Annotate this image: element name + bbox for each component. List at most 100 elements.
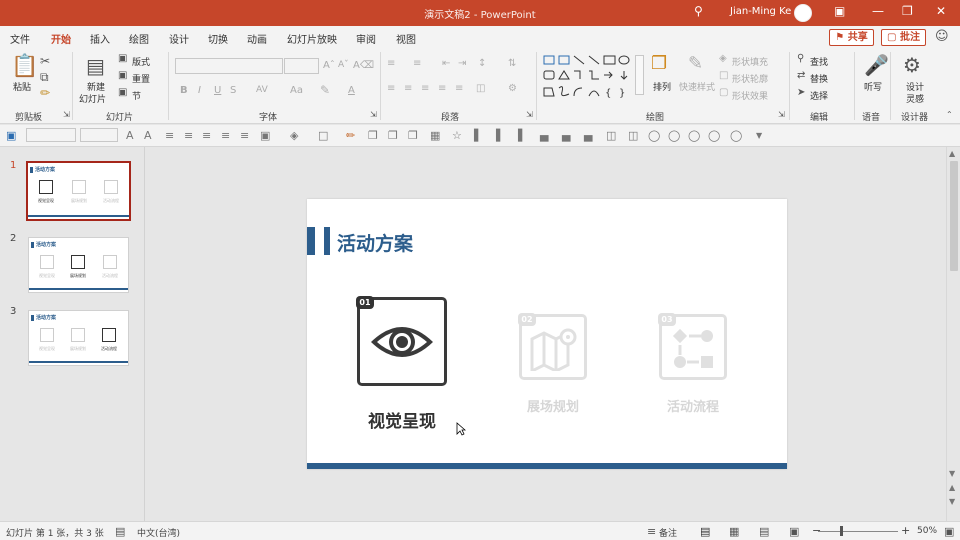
- strikethrough-button[interactable]: S: [230, 85, 236, 96]
- arrange-button[interactable]: 排列: [653, 80, 671, 93]
- distributed-icon[interactable]: ≡: [455, 83, 463, 94]
- merge-shapes-icon[interactable]: ◯: [648, 129, 660, 142]
- shape-effects-icon[interactable]: ▢: [719, 87, 728, 98]
- slide-sorter-icon[interactable]: ▦: [729, 525, 739, 538]
- align-center-icon[interactable]: ≡: [404, 83, 412, 94]
- shapes-icon[interactable]: ▣: [260, 129, 270, 142]
- cut-icon[interactable]: ✂: [40, 54, 50, 68]
- fill-icon[interactable]: ◈: [290, 129, 298, 142]
- increase-indent-icon[interactable]: ⇥: [458, 58, 466, 69]
- shapes-gallery[interactable]: { }: [542, 54, 636, 100]
- grow-font-icon[interactable]: Aˆ: [323, 60, 335, 71]
- align-right-icon[interactable]: ≡: [240, 129, 249, 142]
- change-case-button[interactable]: Aa: [290, 85, 303, 96]
- share-button[interactable]: ⚑ 共享: [829, 29, 874, 46]
- bullets-icon[interactable]: ≡: [387, 58, 395, 69]
- section-icon[interactable]: ▣: [118, 87, 127, 98]
- merge-fragment-icon[interactable]: ◯: [708, 129, 720, 142]
- text-direction-icon[interactable]: ⇅: [508, 58, 516, 69]
- dialog-launcher-icon[interactable]: ⇲: [526, 110, 533, 119]
- slide-title[interactable]: 活动方案: [337, 229, 413, 256]
- normal-view-icon[interactable]: ▤: [700, 525, 710, 538]
- design-ideas-label-2[interactable]: 灵感: [906, 92, 924, 105]
- select-icon[interactable]: ➤: [797, 87, 805, 98]
- slide-thumbnail-2[interactable]: 活动方案 视觉呈现 展场规划 活动流程: [28, 237, 129, 293]
- decrease-indent-icon[interactable]: ⇤: [442, 58, 450, 69]
- align-right-icon[interactable]: ≡: [421, 83, 429, 94]
- reading-view-icon[interactable]: ▤: [759, 525, 769, 538]
- ungroup-icon[interactable]: ❐: [388, 129, 398, 142]
- tab-slideshow[interactable]: 幻灯片放映: [287, 31, 337, 46]
- align-center-icon[interactable]: ≡: [221, 129, 230, 142]
- arrange-icon[interactable]: ❐: [651, 53, 667, 74]
- copy-icon[interactable]: ⧉: [40, 70, 49, 85]
- qa-size-combo[interactable]: [80, 128, 118, 142]
- align-left-icon[interactable]: ≡: [387, 83, 395, 94]
- tab-file[interactable]: 文件: [10, 31, 30, 46]
- tab-draw[interactable]: 绘图: [129, 31, 149, 46]
- fit-to-window-icon[interactable]: ▣: [944, 525, 954, 538]
- find-button[interactable]: 查找: [810, 55, 828, 68]
- shape-fill-icon[interactable]: ◈: [719, 53, 727, 64]
- slide-thumbnail-1[interactable]: 活动方案 视觉呈现 展场规划 活动流程: [26, 161, 131, 221]
- tab-transitions[interactable]: 切换: [208, 31, 228, 46]
- feedback-icon[interactable]: ☺: [935, 29, 949, 44]
- font-color-button[interactable]: A: [348, 85, 355, 96]
- char-spacing-button[interactable]: AV: [256, 85, 268, 95]
- shape-fill-button[interactable]: 形状填充: [732, 55, 768, 68]
- card-venue[interactable]: 02: [518, 313, 587, 380]
- paste-icon[interactable]: 📋: [11, 54, 38, 79]
- textbox-icon[interactable]: ▣: [6, 129, 16, 142]
- collapse-ribbon-icon[interactable]: ⌃: [946, 110, 953, 119]
- grow-font-icon[interactable]: A: [126, 129, 134, 142]
- card-label-visual[interactable]: 视觉呈现: [347, 407, 457, 432]
- replace-button[interactable]: 替换: [810, 72, 828, 85]
- zoom-slider[interactable]: [818, 531, 898, 532]
- restore-icon[interactable]: ❐: [902, 4, 913, 18]
- user-name[interactable]: Jian-Ming Ke: [730, 6, 791, 17]
- tab-animations[interactable]: 动画: [247, 31, 267, 46]
- minimize-icon[interactable]: —: [872, 4, 884, 18]
- paste-button[interactable]: 粘贴: [13, 80, 31, 93]
- distribute-vertical-icon[interactable]: ◫: [628, 129, 638, 142]
- bold-button[interactable]: B: [180, 85, 188, 96]
- zoom-level[interactable]: 50%: [917, 526, 937, 536]
- merge-union-icon[interactable]: ◯: [668, 129, 680, 142]
- dialog-launcher-icon[interactable]: ⇲: [370, 110, 377, 119]
- shape-outline-button[interactable]: 形状轮廓: [732, 72, 768, 85]
- section-button[interactable]: 节: [132, 89, 141, 102]
- notes-icon[interactable]: ≡: [647, 525, 656, 538]
- quick-styles-button[interactable]: 快速样式: [679, 80, 715, 93]
- columns-icon[interactable]: ◫: [476, 83, 485, 94]
- shape-effects-button[interactable]: 形状效果: [732, 89, 768, 102]
- ribbon-display-icon[interactable]: ▣: [834, 4, 845, 18]
- tab-insert[interactable]: 插入: [90, 31, 110, 46]
- previous-slide-icon[interactable]: ▲: [949, 483, 955, 492]
- new-slide-icon[interactable]: ▤: [86, 54, 105, 78]
- tab-home[interactable]: 开始: [50, 31, 72, 51]
- close-icon[interactable]: ✕: [936, 4, 946, 18]
- group-icon[interactable]: ❐: [368, 129, 378, 142]
- table-icon[interactable]: ▦: [430, 129, 440, 142]
- zoom-in-icon[interactable]: +: [901, 524, 910, 537]
- zoom-slider-handle[interactable]: [840, 526, 843, 536]
- shapes-scroll[interactable]: [635, 55, 644, 95]
- tab-design[interactable]: 设计: [169, 31, 189, 46]
- find-icon[interactable]: ⚲: [797, 53, 804, 64]
- language-indicator[interactable]: 中文(台湾): [137, 526, 180, 539]
- avatar[interactable]: [794, 4, 812, 22]
- tab-review[interactable]: 审阅: [356, 31, 376, 46]
- dictate-button[interactable]: 听写: [864, 80, 882, 93]
- comment-button[interactable]: ▢ 批注: [881, 29, 926, 46]
- clear-format-icon[interactable]: A⌫: [353, 60, 374, 71]
- justify-icon[interactable]: ≡: [438, 83, 446, 94]
- line-spacing-icon[interactable]: ↕: [478, 58, 486, 69]
- align-objects-left-icon[interactable]: ▌: [474, 129, 482, 142]
- align-objects-middle-icon[interactable]: ▄: [562, 129, 570, 142]
- align-objects-top-icon[interactable]: ▄: [540, 129, 548, 142]
- underline-button[interactable]: U: [214, 85, 221, 96]
- dialog-launcher-icon[interactable]: ⇲: [63, 110, 70, 119]
- align-objects-bottom-icon[interactable]: ▄: [584, 129, 592, 142]
- card-visual[interactable]: 01: [356, 296, 447, 386]
- bullets-icon[interactable]: ≡: [184, 129, 193, 142]
